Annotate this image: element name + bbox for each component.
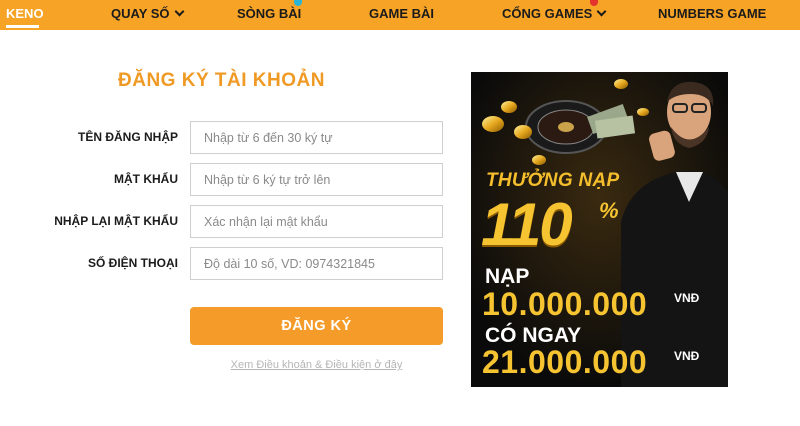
username-input[interactable] — [190, 121, 443, 154]
deposit-value: 10.000.000 — [482, 286, 648, 322]
bonus-value: 110 — [481, 191, 573, 258]
bonus-percent: % — [599, 198, 619, 223]
nav-label: QUAY SỐ — [111, 6, 170, 21]
nav-item-numbers-game[interactable]: NUMBERS GAME — [658, 0, 766, 28]
register-button[interactable]: ĐĂNG KÝ — [190, 307, 443, 345]
nav-item-song-bai[interactable]: SÒNG BÀI — [237, 0, 301, 28]
nav-label: SÒNG BÀI — [237, 6, 302, 21]
top-navigation: KENO QUAY SỐ SÒNG BÀI GAME BÀI CỔNG GAME… — [0, 0, 800, 30]
password-label: MẬT KHẨU — [114, 172, 178, 186]
chevron-down-icon — [596, 6, 607, 17]
password-input[interactable] — [190, 163, 443, 196]
terms-link[interactable]: Xem Điều khoản & Điều kiện ở đây — [190, 359, 443, 371]
nav-item-game-bai[interactable]: GAME BÀI — [369, 0, 434, 28]
receive-value: 21.000.000 — [482, 344, 648, 380]
chevron-down-icon — [174, 6, 184, 17]
nav-item-quay-so[interactable]: QUAY SỐ — [111, 0, 184, 28]
confirm-password-input[interactable] — [190, 205, 443, 238]
active-tab-indicator — [6, 25, 39, 28]
phone-label: SỐ ĐIỆN THOẠI — [87, 256, 178, 270]
phone-input[interactable] — [190, 247, 443, 280]
nav-label: CỔNG GAMES — [502, 6, 593, 21]
nav-label: GAME BÀI — [369, 6, 434, 21]
promo-banner[interactable]: THƯỞNG NẠP 110 % NẠP 10.000.000 VNĐ CÓ N… — [471, 72, 728, 387]
nav-item-keno[interactable]: KENO — [6, 0, 44, 28]
username-label: TÊN ĐĂNG NHẬP — [77, 130, 178, 144]
receive-unit: VNĐ — [674, 349, 700, 363]
deposit-unit: VNĐ — [674, 291, 700, 305]
nav-label: KENO — [6, 6, 44, 21]
page-title: ĐĂNG KÝ TÀI KHOẢN — [118, 70, 325, 91]
nav-label: NUMBERS GAME — [658, 6, 767, 21]
confirm-password-label: NHẬP LẠI MẬT KHẨU — [54, 214, 178, 228]
bonus-label: THƯỞNG NẠP — [486, 170, 620, 191]
